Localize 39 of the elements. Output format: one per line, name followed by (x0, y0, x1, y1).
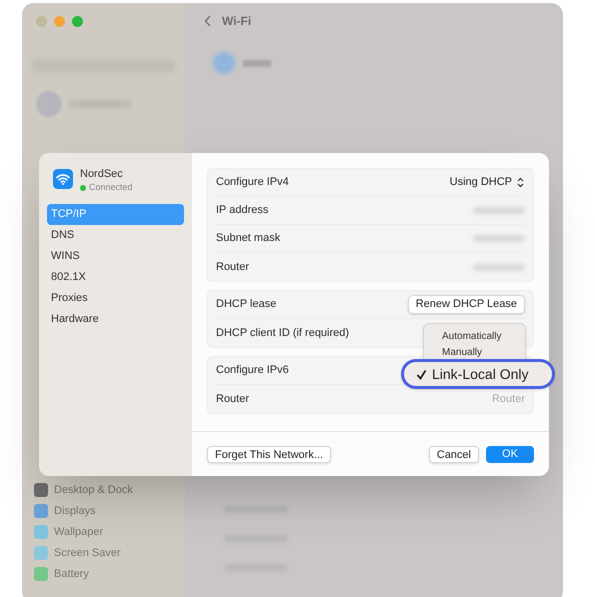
zoom-light[interactable] (72, 16, 83, 27)
blurred-value (473, 207, 525, 214)
dialog-button[interactable]: Forget This Network... (207, 446, 331, 462)
minimize-light[interactable] (54, 16, 65, 27)
blurred-value (473, 235, 525, 242)
dialog-button[interactable]: Cancel (428, 446, 479, 462)
close-light[interactable] (36, 16, 47, 27)
selected-menu-item[interactable]: Link-Local Only (401, 359, 555, 389)
row-label: Configure IPv6 (216, 363, 289, 378)
row-label: Router (216, 392, 250, 407)
ipv4-popup[interactable]: Using DHCP (450, 174, 525, 191)
wifi-icon (53, 169, 73, 189)
row-label: DHCP client ID (if required) (216, 326, 350, 341)
row-label: Subnet mask (216, 231, 280, 246)
sidebar-tab[interactable]: WINS (47, 246, 184, 266)
checkmark-icon (416, 368, 427, 380)
row-value: Router (492, 392, 525, 407)
avatar (36, 91, 62, 117)
menu-item[interactable]: Automatically (442, 329, 525, 345)
renew-lease-button[interactable]: Renew DHCP Lease (408, 295, 525, 314)
window-title: Wi-Fi (222, 13, 252, 30)
sidebar-tab[interactable]: 802.1X (47, 266, 184, 288)
blurred-text (243, 60, 271, 66)
dialog-button[interactable]: OK (486, 446, 534, 462)
menu-item[interactable]: Manually (442, 345, 525, 361)
row-label: IP address (216, 203, 268, 218)
blurred-wifi-icon (213, 52, 235, 74)
row-label: Router (216, 260, 250, 275)
row-label: DHCP lease (216, 297, 276, 312)
sidebar-tab[interactable]: DNS (47, 224, 184, 246)
menu-item-label: Link-Local Only (432, 364, 528, 384)
network-status: Connected (89, 181, 133, 194)
row-label: Configure IPv4 (216, 175, 289, 190)
sidebar-tab[interactable]: Proxies (47, 288, 184, 308)
back-icon[interactable] (204, 15, 212, 27)
sidebar-tab[interactable]: Hardware (47, 308, 184, 330)
chevron-updown-icon (516, 177, 525, 188)
blurred-value (473, 264, 525, 270)
network-name: NordSec (80, 168, 124, 181)
